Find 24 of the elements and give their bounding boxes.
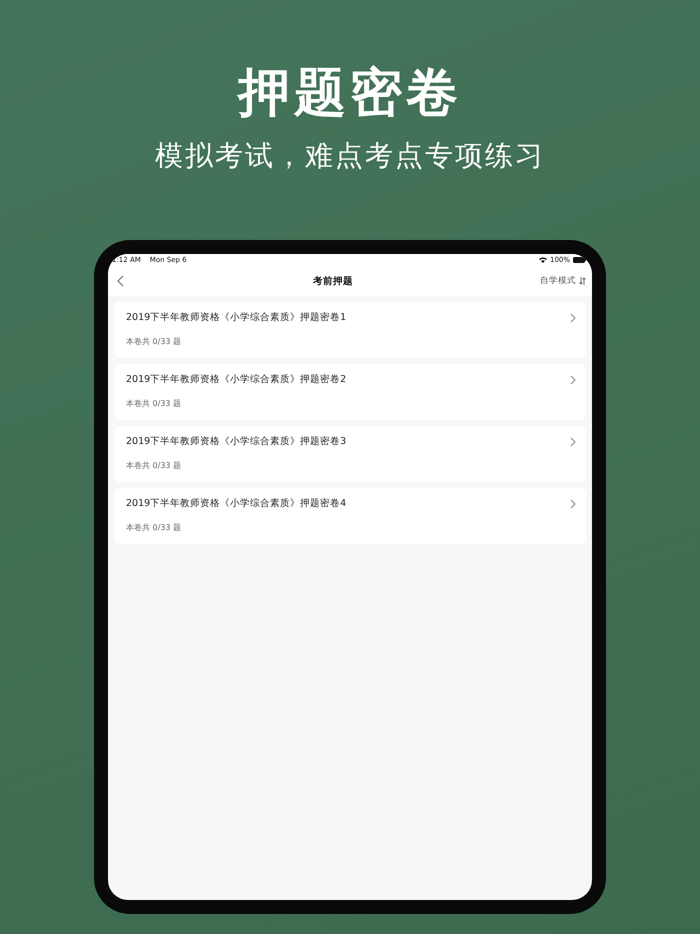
paper-title: 2019下半年教师资格《小学综合素质》押题密卷4 <box>126 498 346 510</box>
paper-card[interactable]: 2019下半年教师资格《小学综合素质》押题密卷2 本卷共 0/33 题 <box>114 364 586 420</box>
headline: 押题密卷 <box>238 62 462 124</box>
question-count: 本卷共 0/33 题 <box>126 337 182 347</box>
question-count: 本卷共 0/33 题 <box>126 523 182 533</box>
subtitle: 模拟考试，难点考点专项练习 <box>155 138 545 174</box>
study-mode-button[interactable]: 自学模式 <box>540 275 586 287</box>
page-title: 考前押题 <box>312 274 354 288</box>
sort-icon <box>579 277 586 285</box>
chevron-right-icon <box>570 437 576 447</box>
paper-card[interactable]: 2019下半年教师资格《小学综合素质》押题密卷1 本卷共 0/33 题 <box>114 302 586 358</box>
battery-icon <box>573 257 586 263</box>
paper-card[interactable]: 2019下半年教师资格《小学综合素质》押题密卷4 本卷共 0/33 题 <box>114 488 586 544</box>
chevron-right-icon <box>570 499 576 509</box>
wifi-icon <box>538 257 547 263</box>
paper-title: 2019下半年教师资格《小学综合素质》押题密卷2 <box>126 374 346 386</box>
back-button[interactable] <box>116 274 126 288</box>
paper-card[interactable]: 2019下半年教师资格《小学综合素质》押题密卷3 本卷共 0/33 题 <box>114 426 586 482</box>
chevron-right-icon <box>570 313 576 323</box>
paper-title: 2019下半年教师资格《小学综合素质》押题密卷1 <box>126 312 346 324</box>
paper-title: 2019下半年教师资格《小学综合素质》押题密卷3 <box>126 436 346 448</box>
question-count: 本卷共 0/33 题 <box>126 461 182 471</box>
question-count: 本卷共 0/33 题 <box>126 399 182 409</box>
chevron-right-icon <box>570 375 576 385</box>
